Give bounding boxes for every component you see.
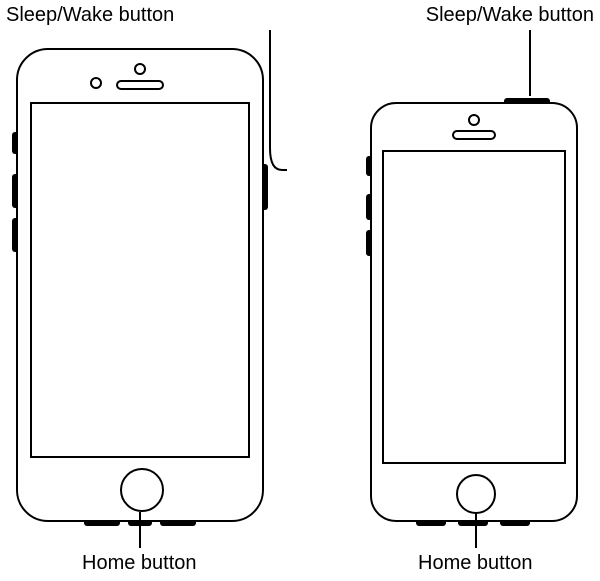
callout-sleep-wake-right	[480, 0, 600, 110]
callout-home-left	[0, 480, 300, 570]
callout-home-right	[420, 490, 540, 570]
callout-sleep-wake-left	[0, 0, 300, 200]
iphone-right	[370, 102, 578, 522]
